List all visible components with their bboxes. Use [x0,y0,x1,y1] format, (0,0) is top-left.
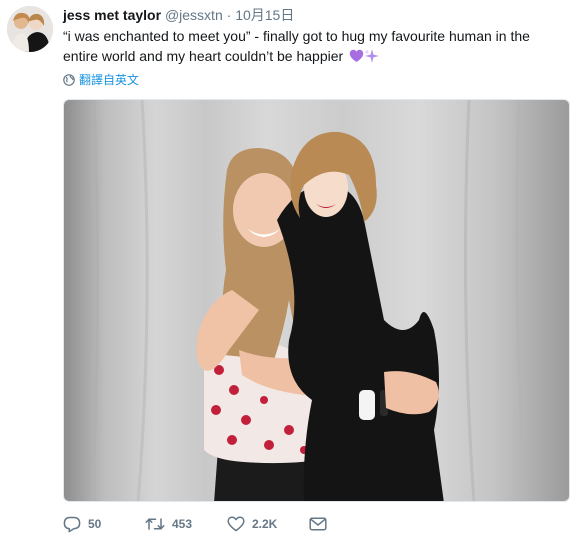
like-count: 2.2K [252,517,278,531]
author-name[interactable]: jess met taylor [63,7,161,23]
retweet-count: 453 [172,517,193,531]
avatar[interactable] [7,6,53,52]
heart-icon [227,516,245,532]
tweet-text: “i was enchanted to meet you” - finally … [63,26,558,66]
translate-link[interactable]: 翻譯自英文 [63,72,139,88]
direct-message-button[interactable] [309,517,329,531]
sparkles-icon [364,48,380,64]
tweet-text-content: “i was enchanted to meet you” - finally … [63,28,530,64]
translate-label[interactable]: 翻譯自英文 [79,72,139,88]
like-button[interactable]: 2.2K [227,516,309,532]
globe-icon [63,74,75,86]
reply-count: 50 [88,517,102,531]
header-separator: · [226,7,232,23]
purple-heart-icon [349,48,364,62]
tweet-date[interactable]: 10月15日 [235,7,294,23]
retweet-button[interactable]: 453 [145,516,227,532]
tweet-actions: 50 453 2.2K [63,514,329,534]
retweet-icon [145,518,165,530]
tweet-header: jess met taylor @jessxtn · 10月15日 [63,6,568,25]
tweet: jess met taylor @jessxtn · 10月15日 “i was… [0,0,578,540]
tweet-photo[interactable] [63,99,570,502]
reply-button[interactable]: 50 [63,516,145,533]
reply-icon [63,516,81,532]
author-handle[interactable]: @jessxtn [165,7,223,23]
envelope-icon [309,517,327,531]
